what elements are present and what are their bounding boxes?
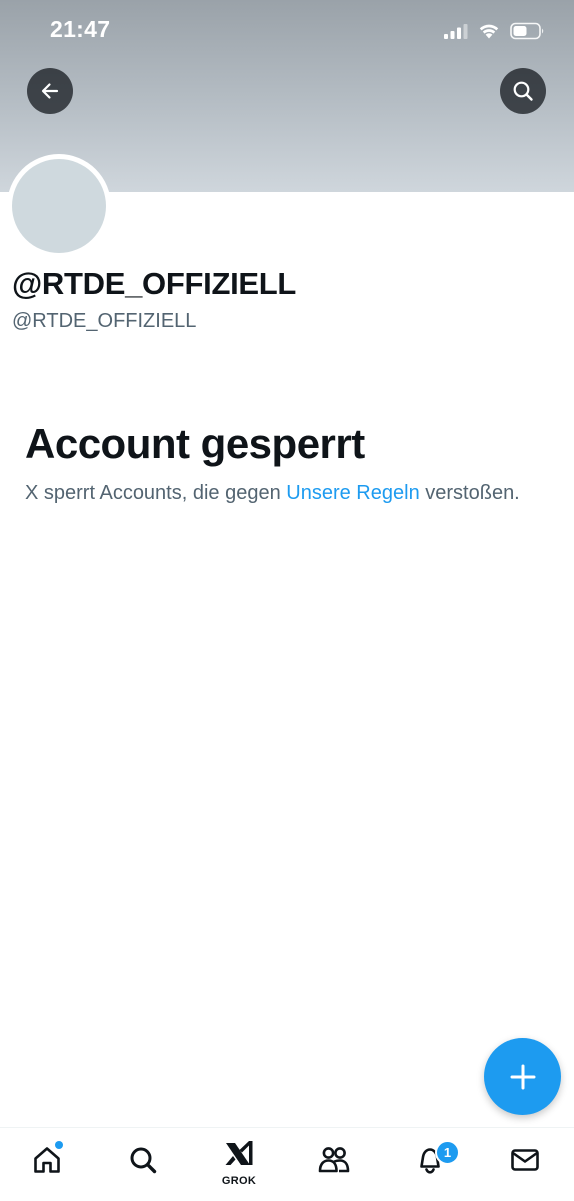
plus-icon <box>510 1064 535 1089</box>
notification-count-badge: 1 <box>435 1140 460 1165</box>
mail-icon <box>511 1149 539 1171</box>
arrow-left-icon <box>41 83 59 99</box>
nav-messages[interactable] <box>490 1128 560 1192</box>
suspension-text-end: verstoßen. <box>419 482 520 504</box>
avatar[interactable] <box>12 159 106 253</box>
search-button[interactable] <box>500 68 546 114</box>
grok-icon <box>225 1141 253 1165</box>
nav-explore[interactable] <box>108 1128 178 1192</box>
bottom-navigation: GROK 1 <box>0 1127 574 1201</box>
compose-post-button[interactable] <box>484 1038 561 1115</box>
wifi-icon <box>479 24 499 39</box>
communities-icon <box>318 1147 350 1173</box>
nav-communities[interactable] <box>299 1128 369 1192</box>
back-button[interactable] <box>27 68 73 114</box>
suspension-title: Account gesperrt <box>25 420 365 467</box>
home-notification-dot <box>55 1141 63 1149</box>
rules-link[interactable]: Unsere Regeln <box>286 482 419 504</box>
status-time: 21:47 <box>50 16 111 42</box>
status-bar: 21:47 <box>0 0 574 60</box>
profile-handle: @RTDE_OFFIZIELL <box>12 310 197 332</box>
avatar-frame[interactable] <box>7 154 111 258</box>
grok-label: GROK <box>221 1175 257 1187</box>
suspension-text-start: X sperrt Accounts, die gegen <box>25 482 287 504</box>
battery-icon <box>510 22 544 40</box>
nav-grok[interactable]: GROK <box>204 1128 274 1192</box>
search-icon <box>513 81 533 101</box>
search-icon <box>130 1147 157 1174</box>
nav-notifications[interactable]: 1 <box>395 1128 465 1192</box>
signal-icon <box>444 24 468 39</box>
status-icons <box>444 20 546 42</box>
suspension-message: X sperrt Accounts, die gegen Unsere Rege… <box>25 480 545 507</box>
nav-home[interactable] <box>12 1128 82 1192</box>
profile-display-name: @RTDE_OFFIZIELL <box>12 266 297 301</box>
